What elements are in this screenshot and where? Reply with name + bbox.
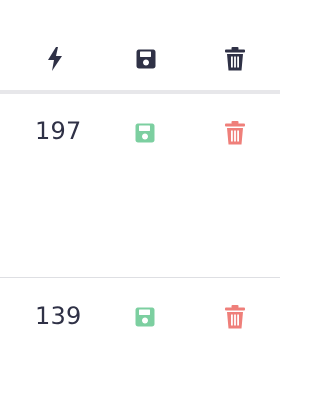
trash-icon[interactable] <box>220 302 250 332</box>
trash-icon[interactable] <box>220 118 250 148</box>
table-header <box>0 0 280 94</box>
row-value: 139 <box>35 302 82 330</box>
table-row: 197 <box>0 94 280 278</box>
bolt-icon <box>40 44 70 74</box>
trash-icon[interactable] <box>220 44 250 74</box>
save-icon[interactable] <box>131 44 161 74</box>
data-table: 197 139 <box>0 0 280 398</box>
save-icon[interactable] <box>130 118 160 148</box>
table-row: 139 <box>0 278 280 398</box>
save-icon[interactable] <box>130 302 160 332</box>
row-value: 197 <box>35 117 82 145</box>
